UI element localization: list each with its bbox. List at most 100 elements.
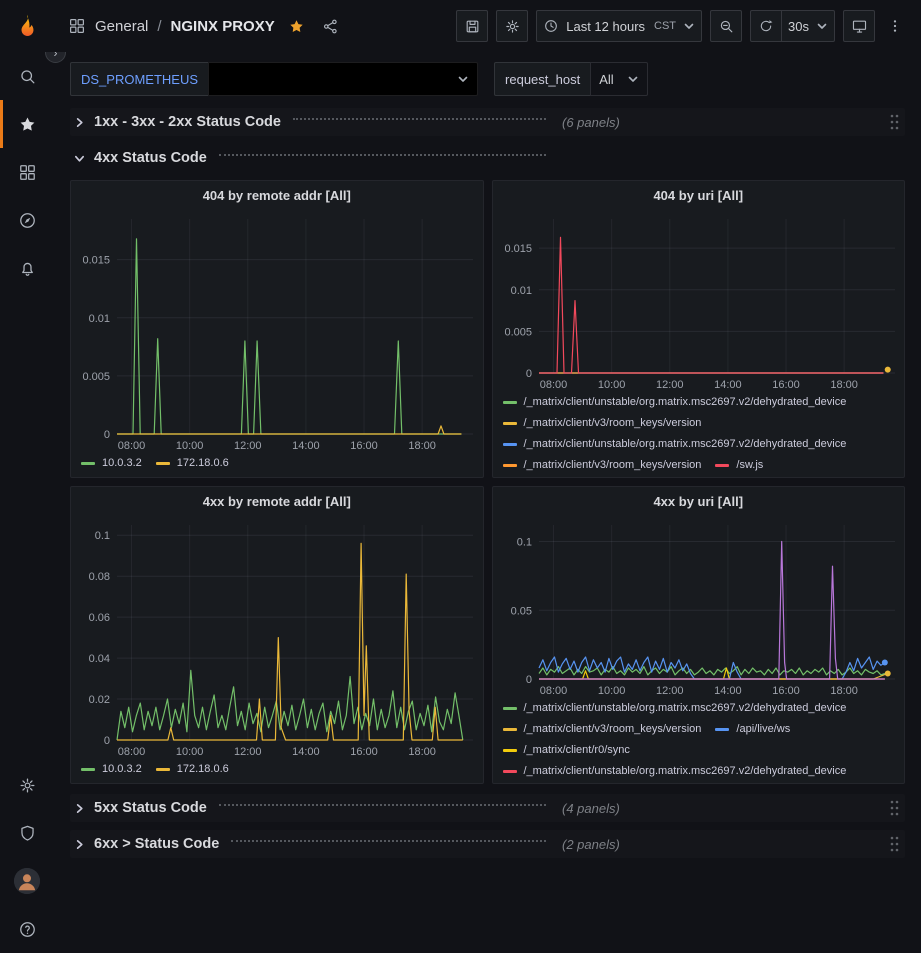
request-host-value: All [599,72,613,87]
legend-item[interactable]: /_matrix/client/unstable/org.matrix.msc2… [503,763,847,780]
sidebar-item-search[interactable] [0,52,54,100]
sidebar-item-profile[interactable] [0,857,54,905]
legend-item[interactable]: 172.18.0.6 [156,455,229,472]
row-drag-handle-icon[interactable] [885,797,903,819]
legend-item[interactable]: /_matrix/client/unstable/org.matrix.msc2… [503,394,847,411]
sidebar-item-configuration[interactable] [0,761,54,809]
sidebar-item-starred[interactable] [0,100,54,148]
legend-item[interactable]: /_matrix/client/v3/room_keys/version [503,457,702,474]
timeseries-chart[interactable]: 00.050.108:0010:0012:0014:0016:0018:00 [493,517,905,699]
chevron-down-icon [627,73,639,85]
clock-icon [543,18,559,34]
timeseries-chart[interactable]: 00.0050.010.01508:0010:0012:0014:0016:00… [71,211,483,454]
legend-swatch [503,707,517,710]
legend-item[interactable]: /_matrix/client/r0/sync [503,742,630,759]
top-navigation-bar: General / NGINX PROXY [0,0,921,52]
legend-swatch [81,462,95,465]
legend-item[interactable]: /_matrix/client/unstable/org.matrix.msc2… [503,436,847,453]
panel-title[interactable]: 404 by remote addr [All] [71,181,483,211]
legend-item[interactable]: /_matrix/client/v3/room_keys/version [503,721,702,738]
row-title: 4xx Status Code [94,150,207,166]
legend-item[interactable]: 10.0.3.2 [81,455,142,472]
legend-swatch [715,464,729,467]
legend-item[interactable]: /_matrix/client/unstable/org.matrix.msc2… [503,700,847,717]
svg-text:08:00: 08:00 [539,379,567,391]
row-drag-handle-icon[interactable] [885,111,903,133]
zoom-out-button[interactable] [710,10,742,42]
svg-text:12:00: 12:00 [234,746,262,758]
svg-text:0.01: 0.01 [510,285,531,297]
kebab-menu-icon[interactable] [883,14,907,38]
chevron-right-icon [72,803,86,814]
legend-item[interactable]: 10.0.3.2 [81,761,142,778]
row-title: 6xx > Status Code [94,836,219,852]
legend-swatch [503,443,517,446]
row-title: 1xx - 3xx - 2xx Status Code [94,114,281,130]
sidebar-item-dashboards[interactable] [0,148,54,196]
chart-svg: 00.0050.010.01508:0010:0012:0014:0016:00… [71,211,483,454]
sidebar-item-help[interactable] [0,905,54,953]
svg-text:0.1: 0.1 [516,537,531,549]
svg-text:0.1: 0.1 [95,530,110,542]
breadcrumb-section[interactable]: General [95,18,148,35]
svg-text:12:00: 12:00 [656,685,684,697]
chart-legend: /_matrix/client/unstable/org.matrix.msc2… [493,699,905,783]
favorite-star-icon[interactable] [284,14,309,39]
legend-swatch [81,768,95,771]
legend-swatch [503,464,517,467]
legend-swatch [156,768,170,771]
dashboard-settings-button[interactable] [496,10,528,42]
sidebar-item-explore[interactable] [0,196,54,244]
chevron-right-icon [72,839,86,850]
svg-text:16:00: 16:00 [350,440,378,452]
share-icon[interactable] [318,14,343,39]
row-header-6xx[interactable]: 6xx > Status Code (2 panels) [70,830,905,858]
panel-4xx-by-uri: 4xx by uri [All] 00.050.108:0010:0012:00… [492,486,906,784]
panel-title[interactable]: 4xx by uri [All] [493,487,905,517]
datasource-select[interactable] [208,62,478,96]
tv-view-button[interactable] [843,10,875,42]
legend-item[interactable]: 172.18.0.6 [156,761,229,778]
chart-legend: /_matrix/client/unstable/org.matrix.msc2… [493,393,905,477]
panel-grid-4xx: 404 by remote addr [All] 00.0050.010.015… [70,180,905,784]
row-drag-handle-icon[interactable] [885,833,903,855]
panel-title[interactable]: 404 by uri [All] [493,181,905,211]
panel-404-by-uri: 404 by uri [All] 00.0050.010.01508:0010:… [492,180,906,478]
svg-text:0: 0 [525,674,531,686]
dotted-leader [231,840,546,842]
datasource-label[interactable]: DS_PROMETHEUS [70,62,208,96]
svg-text:0.01: 0.01 [89,313,110,325]
sidebar-item-alerting[interactable] [0,244,54,292]
svg-text:0: 0 [525,368,531,380]
legend-swatch [715,728,729,731]
legend-item[interactable]: /sw.js [715,457,763,474]
legend-item[interactable]: /_matrix/client/v3/room_keys/version [503,415,702,432]
refresh-interval-select[interactable]: 30s [781,10,835,42]
svg-text:08:00: 08:00 [539,685,567,697]
row-header-4xx[interactable]: 4xx Status Code [70,144,905,172]
time-range-picker[interactable]: Last 12 hours CST [536,10,702,42]
chart-legend: 10.0.3.2 172.18.0.6 [71,454,483,477]
timeseries-chart[interactable]: 00.0050.010.01508:0010:0012:0014:0016:00… [493,211,905,393]
timeseries-chart[interactable]: 00.020.040.060.080.108:0010:0012:0014:00… [71,517,483,760]
panel-title[interactable]: 4xx by remote addr [All] [71,487,483,517]
svg-text:12:00: 12:00 [234,440,262,452]
svg-text:14:00: 14:00 [714,685,742,697]
svg-text:0: 0 [104,429,110,441]
dashboard-title[interactable]: NGINX PROXY [171,18,275,35]
row-header-1xx-3xx-2xx[interactable]: 1xx - 3xx - 2xx Status Code (6 panels) [70,108,905,136]
request-host-select[interactable]: All [590,62,648,96]
sidebar-item-server-admin[interactable] [0,809,54,857]
row-header-5xx[interactable]: 5xx Status Code (4 panels) [70,794,905,822]
dashboard-main: DS_PROMETHEUS request_host All [54,52,921,953]
row-title: 5xx Status Code [94,800,207,816]
svg-text:14:00: 14:00 [292,746,320,758]
dotted-leader [293,118,546,120]
datasource-variable: DS_PROMETHEUS [70,62,478,96]
save-dashboard-button[interactable] [456,10,488,42]
template-variables-bar: DS_PROMETHEUS request_host All [54,52,921,106]
request-host-label[interactable]: request_host [494,62,590,96]
grafana-logo[interactable] [14,13,41,40]
refresh-button[interactable] [750,10,782,42]
legend-item[interactable]: /api/live/ws [715,721,790,738]
